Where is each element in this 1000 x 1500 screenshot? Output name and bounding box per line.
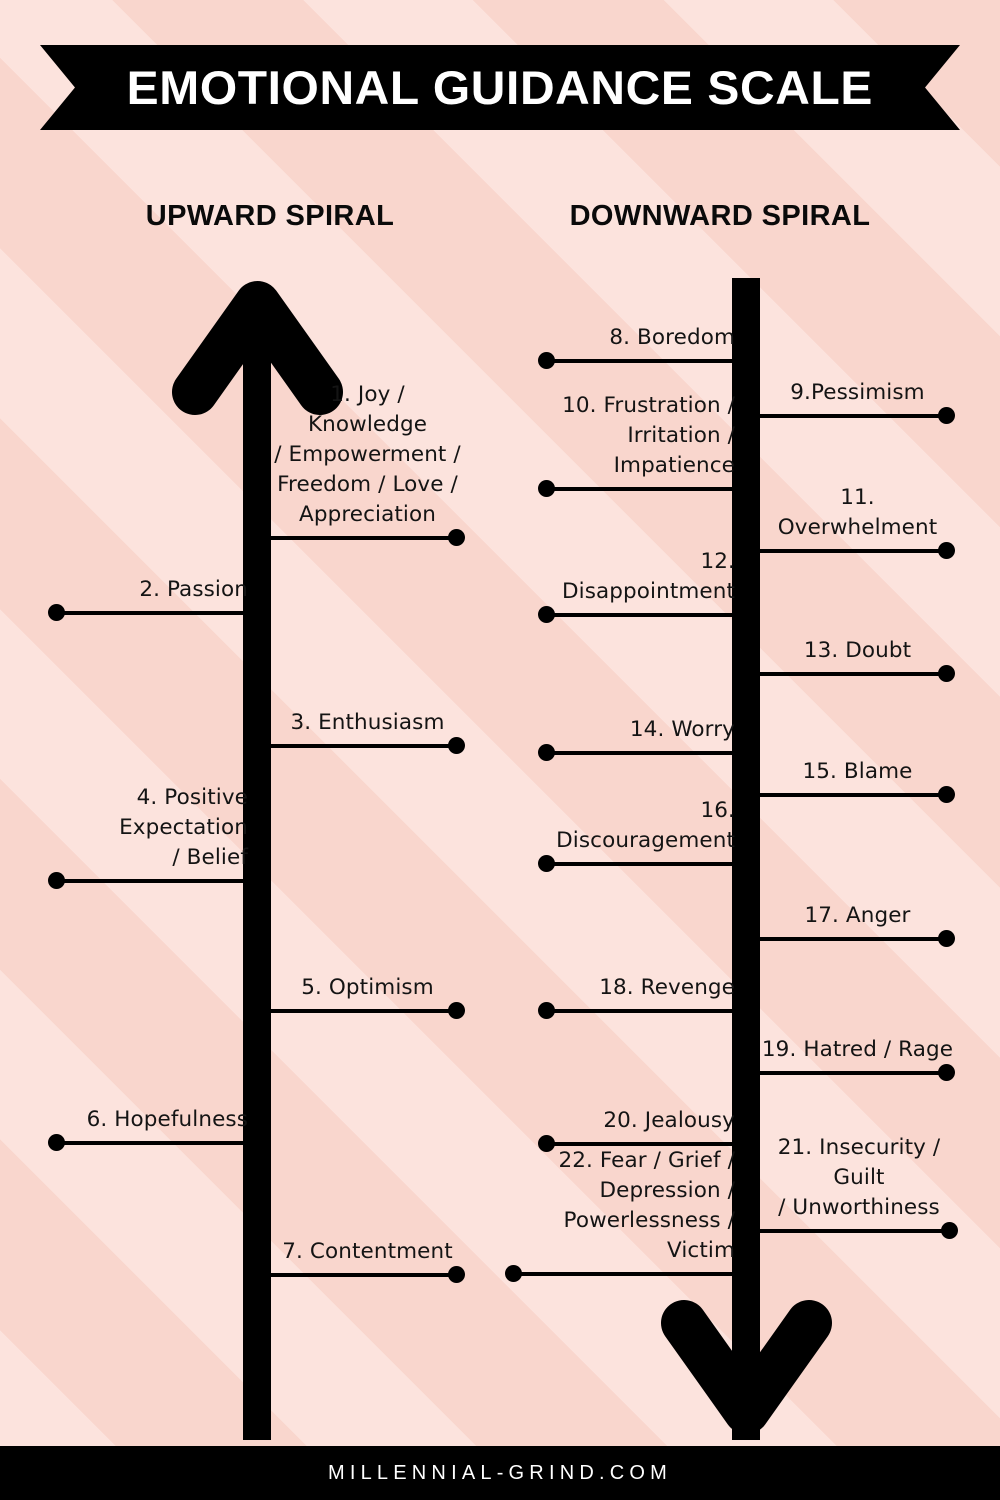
list-item: 9.Pessimism (760, 363, 955, 424)
connector-dot (448, 737, 465, 754)
connector-line (546, 862, 735, 866)
item-label: 8. Boredom (609, 325, 735, 350)
list-item: 11. Overwhelment (760, 485, 955, 559)
item-label: 22. Fear / Grief / Depression / Powerles… (558, 1148, 735, 1263)
list-item: 2. Passion (48, 560, 248, 621)
connector-line (270, 536, 457, 540)
list-item: 16. Discouragement (538, 798, 735, 872)
downward-arrow-shaft (732, 278, 760, 1440)
item-label: 12. Disappointment (561, 549, 735, 604)
list-item: 5. Optimism (270, 958, 465, 1019)
connector-dot (448, 1266, 465, 1283)
list-item: 10. Frustration / Irritation / Impatienc… (538, 388, 735, 497)
connector-dot (48, 1134, 65, 1151)
connector-line (546, 613, 735, 617)
title-banner: EMOTIONAL GUIDANCE SCALE (40, 45, 960, 130)
page-title: EMOTIONAL GUIDANCE SCALE (126, 61, 874, 114)
item-label: 15. Blame (802, 759, 913, 784)
list-item: 14. Worry (538, 700, 735, 761)
connector-line (760, 1071, 947, 1075)
item-label: 6. Hopefulness (86, 1107, 248, 1132)
list-item: 12. Disappointment (538, 549, 735, 623)
item-label: 18. Revenge (599, 975, 735, 1000)
list-item: 18. Revenge (538, 958, 735, 1019)
connector-dot (505, 1265, 522, 1282)
connector-dot (538, 480, 555, 497)
connector-line (760, 937, 947, 941)
item-label: 9.Pessimism (790, 380, 925, 405)
item-label: 4. Positive Expectation / Belief (119, 785, 248, 870)
connector-line (760, 672, 947, 676)
list-item: 3. Enthusiasm (270, 693, 465, 754)
connector-line (760, 1229, 950, 1233)
list-item: 13. Doubt (760, 621, 955, 682)
item-label: 5. Optimism (301, 975, 434, 1000)
connector-dot (938, 665, 955, 682)
list-item: 6. Hopefulness (48, 1090, 248, 1151)
connector-dot (448, 529, 465, 546)
item-label: 10. Frustration / Irritation / Impatienc… (562, 393, 735, 478)
connector-line (270, 744, 457, 748)
connector-line (270, 1273, 457, 1277)
connector-dot (538, 352, 555, 369)
connector-line (56, 1141, 248, 1145)
item-label: 7. Contentment (282, 1239, 453, 1264)
connector-dot (538, 855, 555, 872)
connector-dot (448, 1002, 465, 1019)
infographic-poster: EMOTIONAL GUIDANCE SCALE UPWARD SPIRAL D… (0, 0, 1000, 1500)
connector-dot (938, 786, 955, 803)
item-label: 11. Overwhelment (777, 485, 938, 540)
connector-line (56, 611, 248, 615)
connector-line (546, 1009, 735, 1013)
connector-dot (538, 744, 555, 761)
connector-line (270, 1009, 457, 1013)
list-item: 4. Positive Expectation / Belief (48, 785, 248, 889)
list-item: 20. Jealousy (538, 1091, 735, 1152)
connector-dot (938, 542, 955, 559)
connector-line (513, 1272, 735, 1276)
connector-dot (48, 604, 65, 621)
list-item: 8. Boredom (538, 308, 735, 369)
item-label: 20. Jealousy (603, 1108, 735, 1133)
item-label: 21. Insecurity / Guilt / Unworthiness (777, 1135, 941, 1220)
item-label: 16. Discouragement (556, 798, 735, 853)
connector-line (546, 487, 735, 491)
connector-dot (538, 606, 555, 623)
column-header-downward-spiral: DOWNWARD SPIRAL (569, 200, 871, 232)
item-label: 3. Enthusiasm (290, 710, 445, 735)
list-item: 15. Blame (760, 742, 955, 803)
connector-line (56, 879, 248, 883)
connector-dot (48, 872, 65, 889)
list-item: 7. Contentment (270, 1222, 465, 1283)
connector-line (760, 549, 947, 553)
connector-dot (538, 1002, 555, 1019)
list-item: 17. Anger (760, 886, 955, 947)
list-item: 21. Insecurity / Guilt / Unworthiness (760, 1135, 958, 1239)
item-label: 17. Anger (804, 903, 911, 928)
item-label: 19. Hatred / Rage (761, 1037, 954, 1062)
list-item: 1. Joy / Knowledge / Empowerment / Freed… (270, 382, 465, 546)
item-label: 2. Passion (139, 577, 248, 602)
connector-line (760, 414, 947, 418)
item-label: 1. Joy / Knowledge / Empowerment / Freed… (274, 382, 461, 527)
connector-dot (938, 930, 955, 947)
item-label: 13. Doubt (803, 638, 912, 663)
connector-dot (941, 1222, 958, 1239)
footer-bar: MILLENNIAL-GRIND.COM (0, 1446, 1000, 1500)
footer-website: MILLENNIAL-GRIND.COM (327, 1461, 673, 1484)
list-item: 19. Hatred / Rage (760, 1020, 955, 1081)
connector-dot (938, 1064, 955, 1081)
down-arrow-icon (659, 1298, 834, 1443)
connector-line (546, 359, 735, 363)
item-label: 14. Worry (629, 717, 735, 742)
list-item: 22. Fear / Grief / Depression / Powerles… (505, 1148, 735, 1282)
connector-line (760, 793, 947, 797)
connector-line (546, 751, 735, 755)
connector-dot (938, 407, 955, 424)
